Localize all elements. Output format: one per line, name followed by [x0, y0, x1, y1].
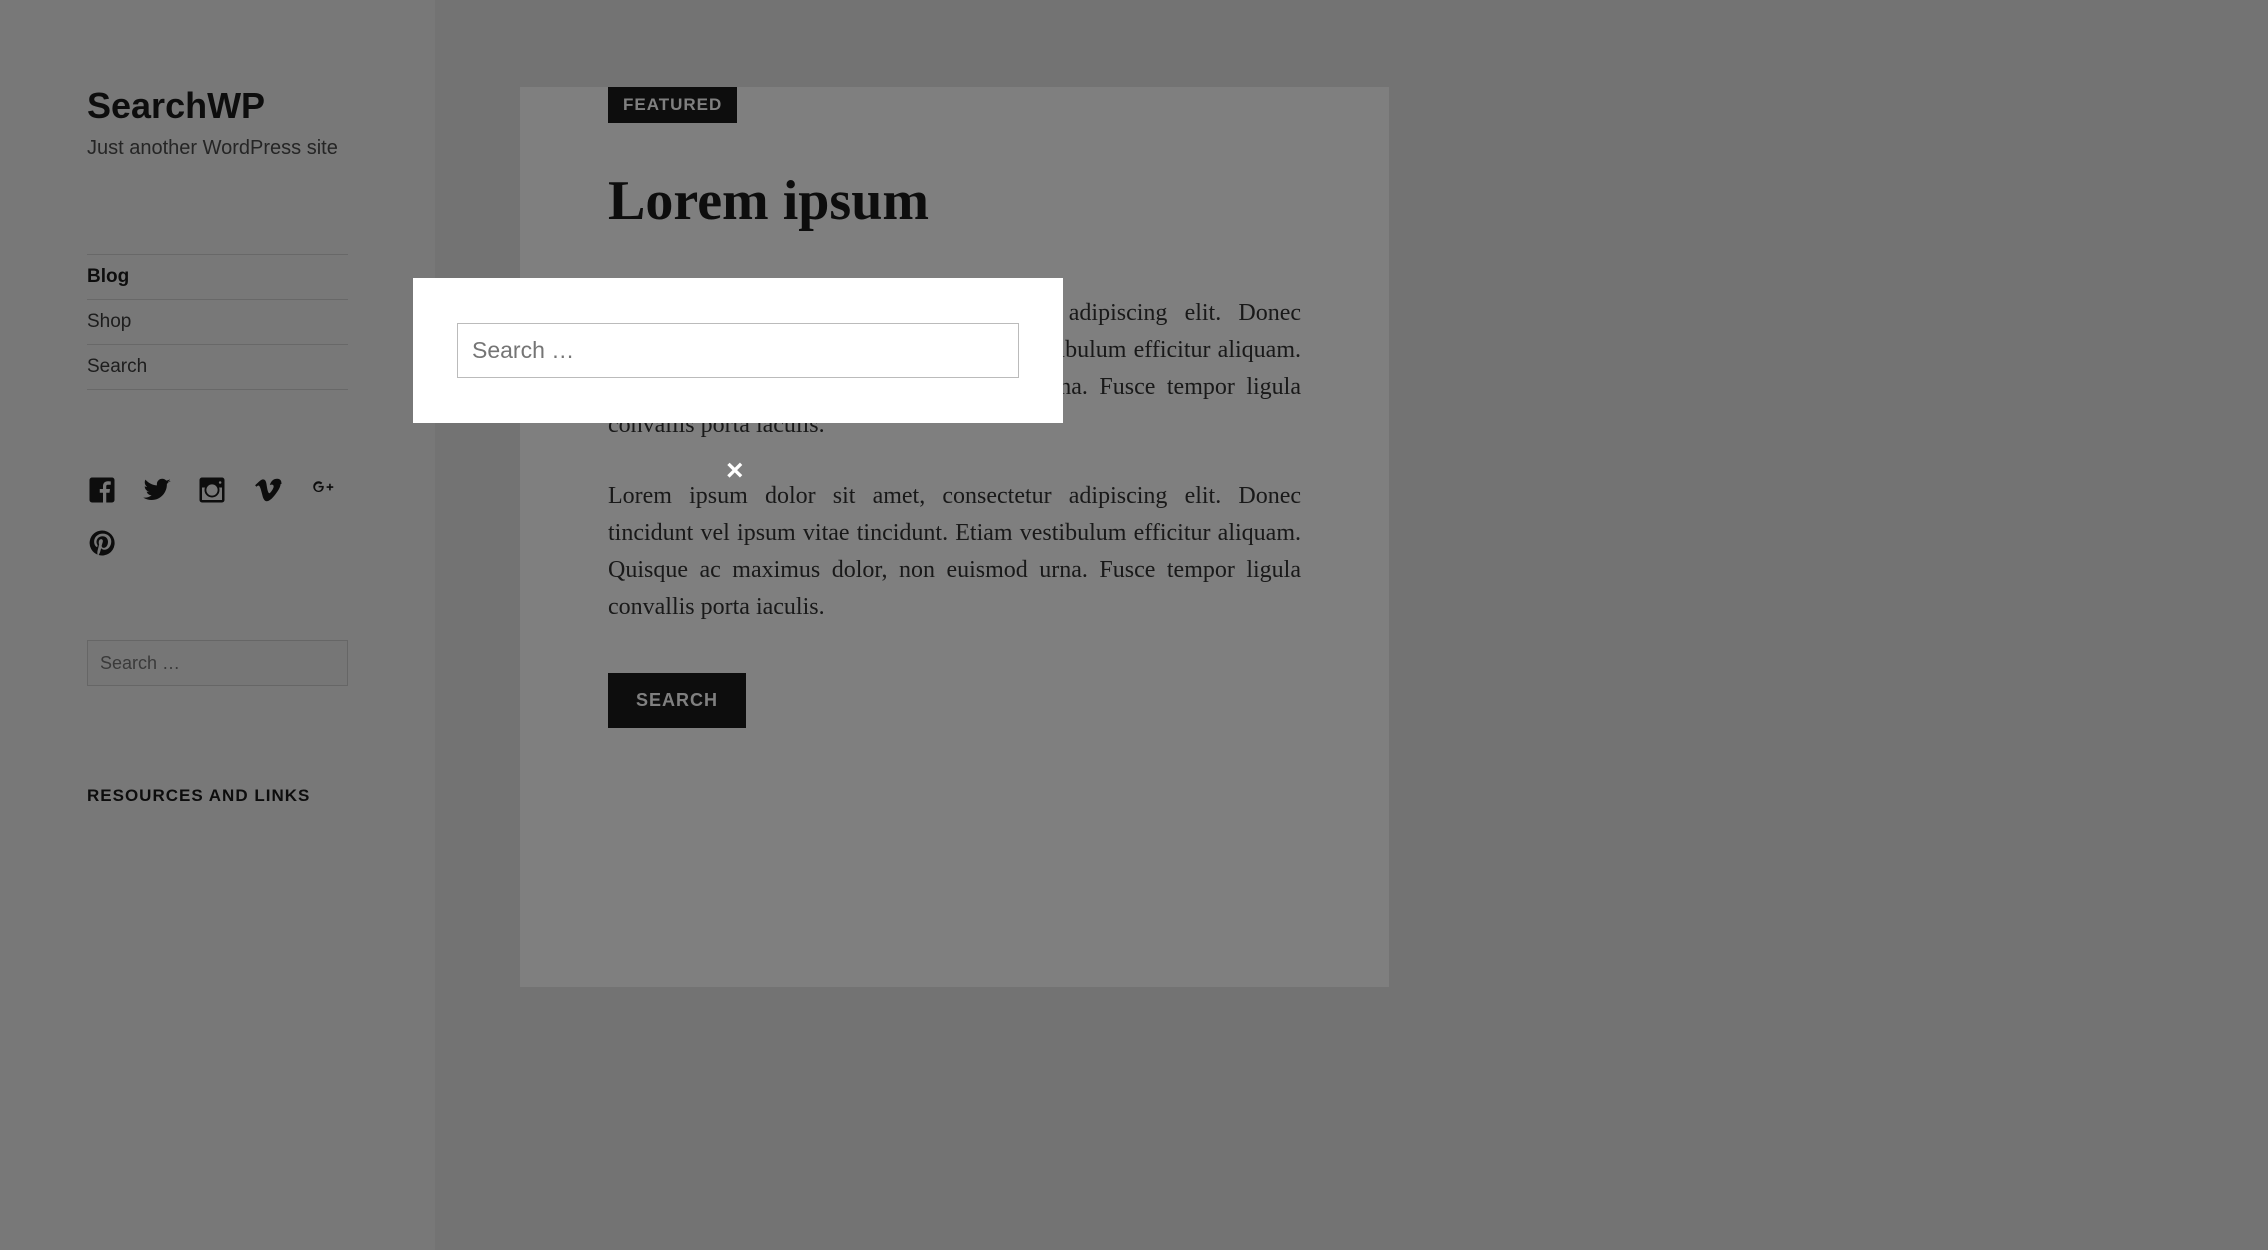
- modal-overlay[interactable]: [0, 0, 2268, 1250]
- close-icon[interactable]: ×: [726, 456, 744, 486]
- modal-search-input[interactable]: [457, 323, 1019, 378]
- search-modal: [413, 278, 1063, 423]
